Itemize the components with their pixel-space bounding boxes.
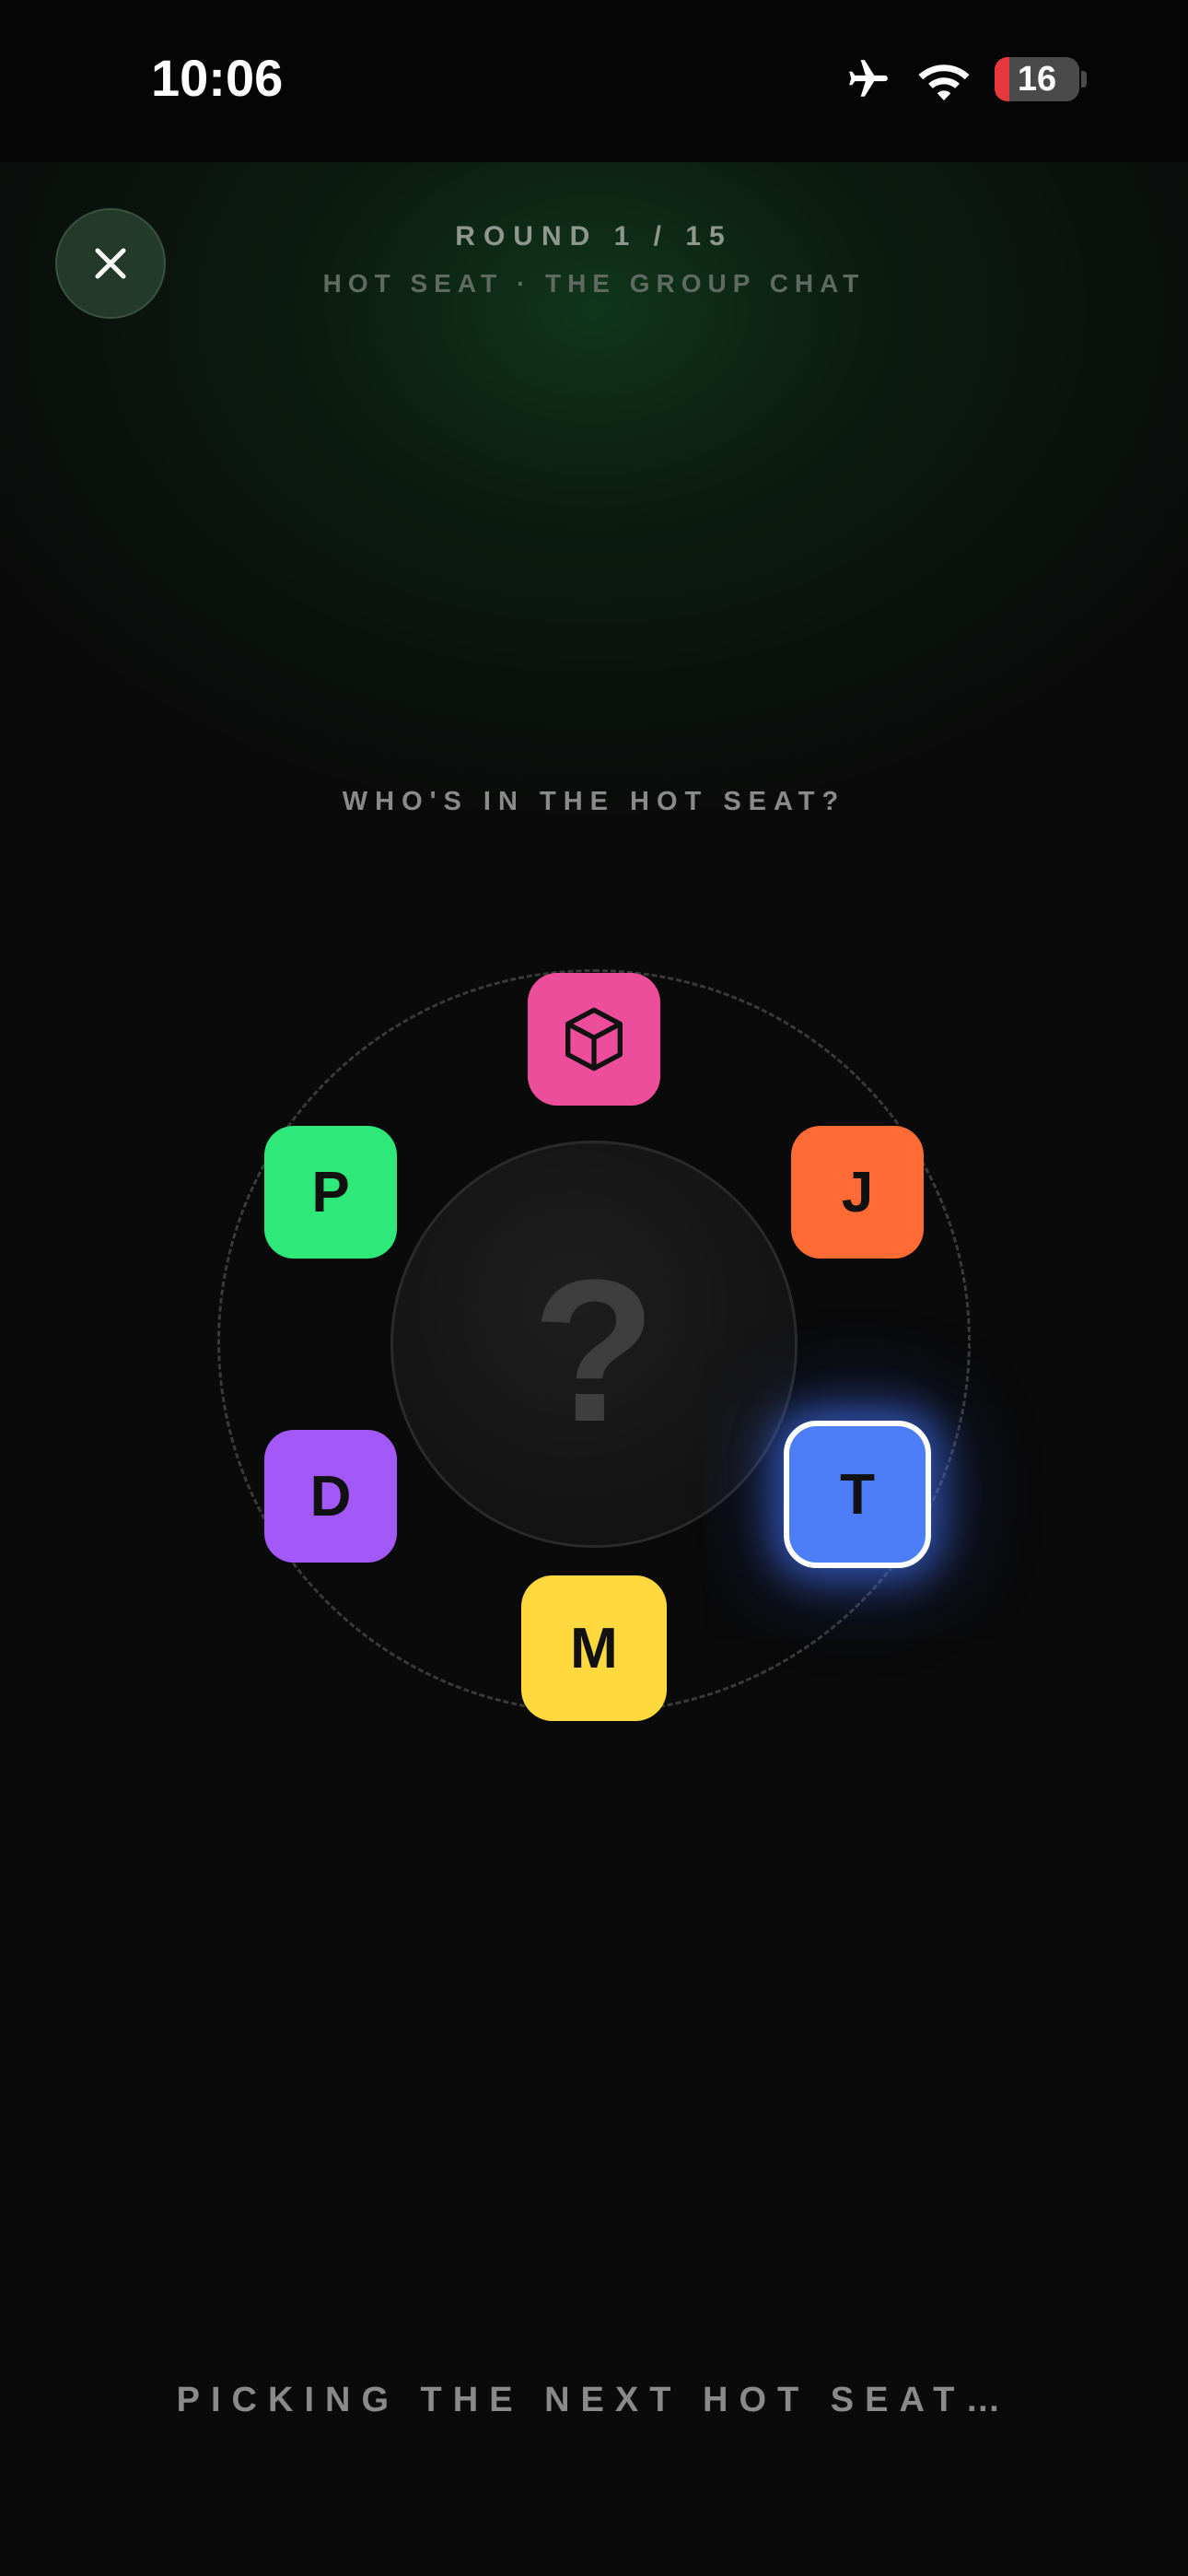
player-initial: D	[309, 1464, 352, 1528]
player-tile-cube[interactable]	[528, 973, 660, 1106]
question-mark: ?	[531, 1237, 657, 1464]
player-tile-d[interactable]: D	[264, 1430, 397, 1563]
airplane-icon	[844, 56, 893, 102]
status-time: 10:06	[151, 49, 284, 107]
player-initial: M	[570, 1616, 618, 1680]
player-initial: P	[311, 1160, 350, 1224]
wifi-icon	[917, 58, 971, 100]
status-icons: 16	[844, 53, 1087, 105]
hot-seat-prompt: WHO'S IN THE HOT SEAT?	[342, 787, 846, 816]
picking-status: PICKING THE NEXT HOT SEAT…	[176, 2381, 1012, 2419]
player-tile-t-highlighted[interactable]: T	[784, 1421, 931, 1568]
battery-nub	[1081, 71, 1087, 88]
player-tile-m[interactable]: M	[521, 1575, 667, 1721]
battery-level: 16	[1017, 59, 1057, 99]
player-initial: T	[840, 1462, 875, 1527]
background-glow	[0, 162, 1188, 825]
cube-icon	[565, 1007, 623, 1071]
battery-icon: 16	[995, 57, 1079, 101]
hot-seat-screen: 10:06 16 ROUND 1 / 15 HOT SEAT · THE GRO…	[0, 0, 1188, 2576]
game-mode-label: HOT SEAT · THE GROUP CHAT	[322, 269, 866, 298]
status-bar: 10:06 16	[0, 0, 1188, 162]
round-counter: ROUND 1 / 15	[455, 221, 733, 252]
mystery-center: ?	[390, 1141, 798, 1548]
player-tile-j[interactable]: J	[791, 1126, 924, 1259]
player-initial: J	[841, 1160, 874, 1224]
player-tile-p[interactable]: P	[264, 1126, 397, 1259]
